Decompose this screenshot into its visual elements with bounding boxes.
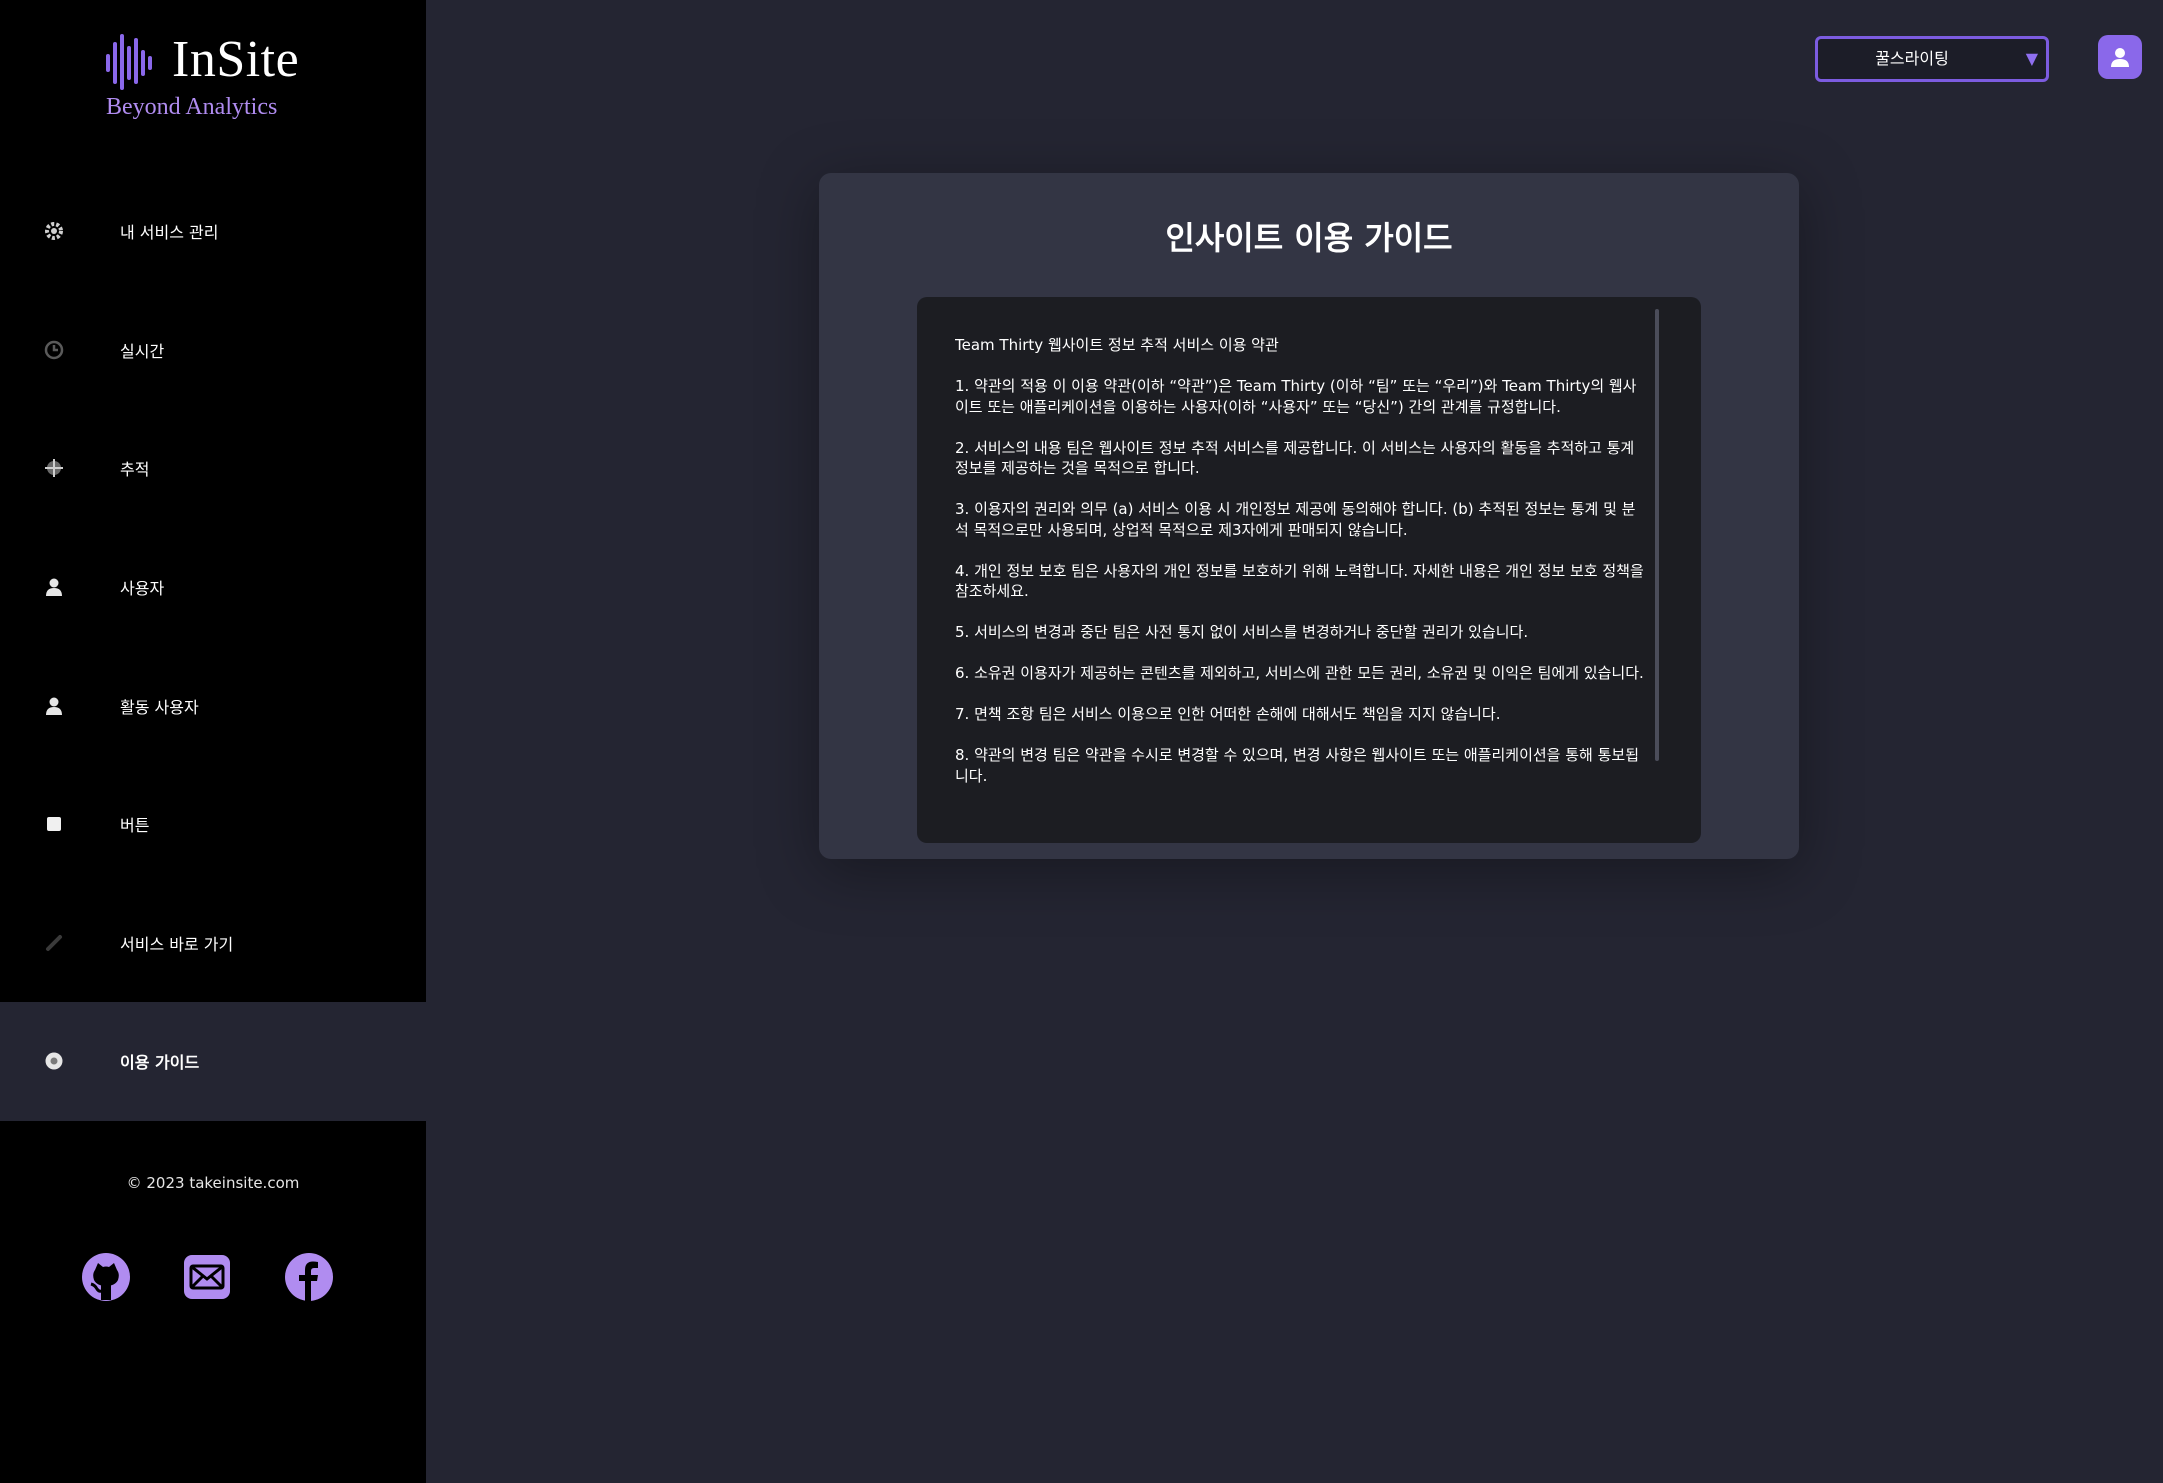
sidebar-item-service-shortcut[interactable]: 서비스 바로 가기 xyxy=(0,884,426,1003)
user-icon xyxy=(2111,48,2129,67)
terms-paragraph: 5. 서비스의 변경과 중단 팀은 사전 통지 없이 서비스를 변경하거나 중단… xyxy=(955,623,1529,641)
terms-paragraph: 1. 약관의 적용 이 이용 약관(이하 “약관”)은 Team Thirty … xyxy=(955,377,1637,416)
sidebar-item-label: 서비스 바로 가기 xyxy=(120,934,234,954)
gear-icon xyxy=(44,221,64,241)
terms-text[interactable]: Team Thirty 웹사이트 정보 추적 서비스 이용 약관 1. 약관의 … xyxy=(955,335,1649,823)
brand-title: InSite xyxy=(172,31,300,88)
sidebar-item-my-services[interactable]: 내 서비스 관리 xyxy=(0,172,426,291)
mail-icon[interactable] xyxy=(182,1252,232,1302)
user-icon xyxy=(44,577,64,597)
brand-logo[interactable]: InSite Beyond Analytics xyxy=(106,30,366,130)
terms-paragraph: 4. 개인 정보 보호 팀은 사용자의 개인 정보를 보호하기 위해 노력합니다… xyxy=(955,561,1644,601)
sidebar-item-label: 내 서비스 관리 xyxy=(120,223,219,243)
clock-icon xyxy=(44,340,64,360)
scrollbar[interactable] xyxy=(1655,309,1659,761)
github-icon[interactable] xyxy=(81,1252,131,1302)
sidebar-item-label: 추적 xyxy=(120,460,150,480)
terms-box[interactable]: Team Thirty 웹사이트 정보 추적 서비스 이용 약관 1. 약관의 … xyxy=(917,297,1701,843)
sidebar: InSite Beyond Analytics 내 서비스 관리 실시간 추적 xyxy=(0,0,426,1483)
terms-paragraph: 7. 면책 조항 팀은 서비스 이용으로 인한 어떠한 손해에 대해서도 책임을… xyxy=(955,705,1501,723)
active-user-icon xyxy=(44,696,64,716)
page-title: 인사이트 이용 가이드 xyxy=(1165,219,1453,257)
crosshair-icon xyxy=(44,458,64,478)
sidebar-item-label: 활동 사용자 xyxy=(120,697,199,717)
button-icon xyxy=(44,814,64,834)
sidebar-item-label: 버튼 xyxy=(120,816,150,836)
brand-subtitle: Beyond Analytics xyxy=(106,94,278,120)
terms-paragraph: 3. 이용자의 권리와 의무 (a) 서비스 이용 시 개인정보 제공에 동의해… xyxy=(955,500,1636,539)
terms-paragraph: 8. 약관의 변경 팀은 약관을 수시로 변경할 수 있으며, 변경 사항은 웹… xyxy=(955,746,1640,785)
profile-button[interactable] xyxy=(2098,35,2142,79)
sidebar-item-usage-guide[interactable]: 이용 가이드 xyxy=(0,1002,426,1121)
sidebar-item-label: 이용 가이드 xyxy=(120,1053,200,1073)
link-icon xyxy=(44,933,64,953)
sidebar-nav: 내 서비스 관리 실시간 추적 사용자 활동 사용자 버튼 서비스 바로 가기 … xyxy=(0,172,426,1121)
terms-heading: Team Thirty 웹사이트 정보 추적 서비스 이용 약관 xyxy=(955,336,1279,354)
chevron-down-icon: ▼ xyxy=(2025,49,2038,68)
sidebar-item-realtime[interactable]: 실시간 xyxy=(0,291,426,410)
copyright: © 2023 takeinsite.com xyxy=(126,1174,300,1192)
sidebar-item-active-users[interactable]: 활동 사용자 xyxy=(0,646,426,765)
info-icon xyxy=(44,1051,64,1071)
service-select[interactable]: 꿀스라이팅 ▼ xyxy=(1815,36,2049,82)
sidebar-item-label: 실시간 xyxy=(120,341,165,361)
sidebar-item-tracking[interactable]: 추적 xyxy=(0,409,426,528)
terms-paragraph: 6. 소유권 이용자가 제공하는 콘텐츠를 제외하고, 서비스에 관한 모든 권… xyxy=(955,664,1644,682)
sidebar-item-buttons[interactable]: 버튼 xyxy=(0,765,426,884)
usage-guide-card: 인사이트 이용 가이드 Team Thirty 웹사이트 정보 추적 서비스 이… xyxy=(819,173,1799,859)
service-select-value: 꿀스라이팅 xyxy=(1875,49,1949,68)
sidebar-item-users[interactable]: 사용자 xyxy=(0,528,426,647)
terms-paragraph: 2. 서비스의 내용 팀은 웹사이트 정보 추적 서비스를 제공합니다. 이 서… xyxy=(955,438,1635,478)
facebook-icon[interactable] xyxy=(284,1252,334,1302)
logo-bars-icon xyxy=(106,34,152,90)
sidebar-item-label: 사용자 xyxy=(120,579,165,599)
